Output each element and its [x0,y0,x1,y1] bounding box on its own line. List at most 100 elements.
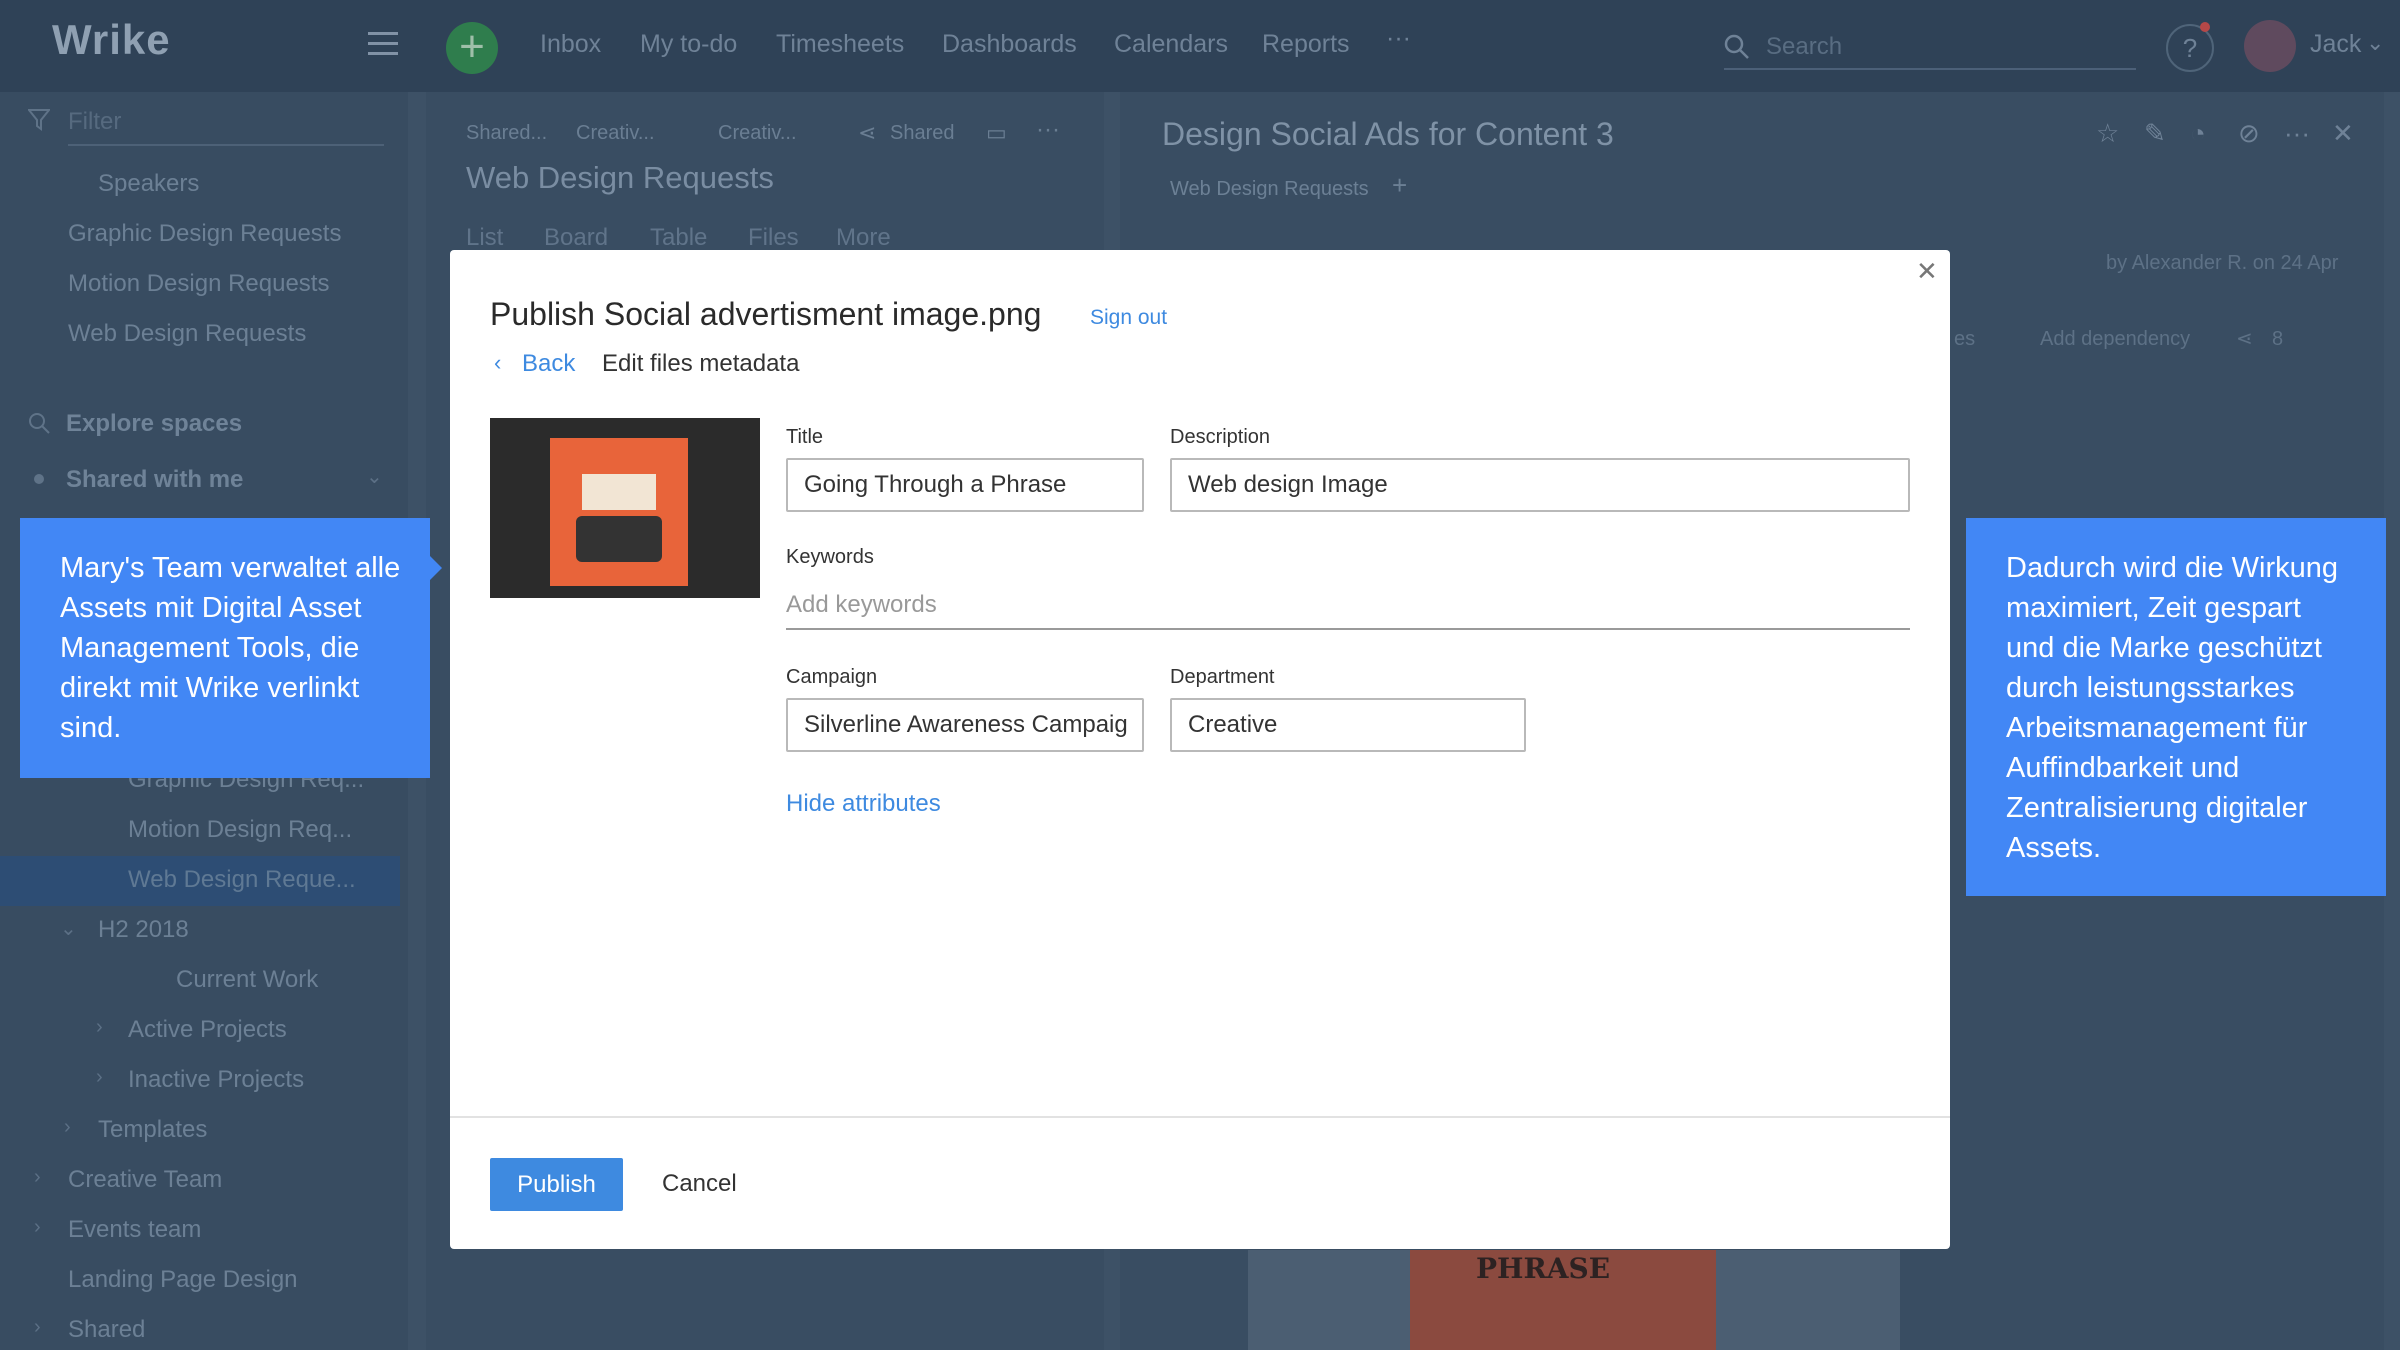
nav-timesheets[interactable]: Timesheets [776,30,904,59]
description-field[interactable]: Web design Image [1170,458,1910,512]
department-label: Department [1170,666,1275,688]
title-label: Title [786,426,824,448]
sidebar-item-inactive-projects[interactable]: Inactive Projects [128,1066,304,1094]
star-icon[interactable]: ☆ [2096,118,2119,149]
breadcrumb-shared[interactable]: Shared... [466,122,547,145]
sidebar-item-creative-team[interactable]: Creative Team [68,1166,222,1194]
add-button[interactable]: + [446,22,498,74]
rss-icon[interactable]: ◔ [2190,118,2206,149]
nav-inbox[interactable]: Inbox [540,30,601,59]
file-thumbnail [490,418,760,598]
chevron-down-icon[interactable]: ⌄ [60,916,77,941]
title-field[interactable]: Going Through a Phrase [786,458,1144,512]
tab-files[interactable]: Files [748,224,799,252]
search-input[interactable] [1724,26,2136,70]
sidebar-item-landing-page[interactable]: Landing Page Design [68,1266,298,1294]
task-title[interactable]: Design Social Ads for Content 3 [1162,116,1614,153]
back-link[interactable]: Back [522,350,575,378]
sidebar-shared-with-me[interactable]: Shared with me [66,466,243,494]
edit-metadata-heading: Edit files metadata [602,350,800,377]
hide-attributes-link[interactable]: Hide attributes [786,790,941,818]
nav-reports[interactable]: Reports [1262,30,1350,59]
keywords-label: Keywords [786,546,874,568]
sidebar-item-h2-2018[interactable]: H2 2018 [98,916,189,944]
chevron-right-icon[interactable]: › [96,1016,103,1039]
nav-dashboards[interactable]: Dashboards [942,30,1077,59]
sidebar-item-shared[interactable]: Shared [68,1316,145,1344]
nav-calendars[interactable]: Calendars [1114,30,1228,59]
share-icon[interactable]: ⋖ [2236,326,2253,351]
typewriter-icon [576,516,662,562]
tab-list[interactable]: List [466,224,503,252]
filter-icon [28,109,50,131]
department-field[interactable]: Creative [1170,698,1526,752]
chevron-right-icon[interactable]: › [34,1316,41,1339]
breadcrumb-creative-1[interactable]: Creativ... [576,122,655,145]
sidebar-item-motion-design-req[interactable]: Motion Design Req... [128,816,352,844]
breadcrumb-creative-2[interactable]: Creativ... [718,122,797,145]
sidebar-item-web-design[interactable]: Web Design Requests [68,320,306,348]
cancel-button[interactable]: Cancel [662,1170,737,1198]
callout-left: Mary's Team verwaltet alle Assets mit Di… [20,518,430,778]
sign-out-link[interactable]: Sign out [1090,306,1167,330]
add-folder-icon[interactable]: + [1392,170,1407,201]
callout-right: Dadurch wird die Wirkung maximiert, Zeit… [1966,518,2386,896]
close-icon[interactable]: ✕ [2332,118,2354,149]
thumbnail-paper [582,474,656,510]
thumbnail-artwork [550,438,688,586]
filter-input[interactable] [68,100,384,146]
chevron-right-icon[interactable]: › [64,1116,71,1139]
add-dependency-button[interactable]: Add dependency [2040,328,2190,351]
avatar[interactable] [2244,20,2296,72]
more-icon[interactable]: ··· [1036,116,1060,144]
close-icon[interactable]: ✕ [1916,256,1938,287]
folder-tag[interactable]: Web Design Requests [1170,178,1369,201]
sidebar-item-web-design-req[interactable]: Web Design Reque... [128,866,356,894]
tab-board[interactable]: Board [544,224,608,252]
description-label: Description [1170,426,1271,448]
folder-title: Web Design Requests [466,160,774,195]
publish-button[interactable]: Publish [490,1158,623,1211]
explore-icon [29,413,50,434]
chevron-left-icon[interactable]: ‹ [494,350,501,376]
author-line: by Alexander R. on 24 Apr [2106,252,2339,274]
tab-table[interactable]: Table [650,224,707,252]
sidebar-item-events-team[interactable]: Events team [68,1216,201,1244]
callout-left-pointer [430,556,442,580]
chevron-right-icon[interactable]: › [34,1216,41,1239]
campaign-field[interactable]: Silverline Awareness Campaig [786,698,1144,752]
tab-more[interactable]: More [836,224,891,252]
campaign-label: Campaign [786,666,878,688]
notification-dot [2200,22,2210,32]
partial-label: es [1954,328,1976,350]
chevron-right-icon[interactable]: › [96,1066,103,1089]
search-icon [1724,34,1749,59]
shared-label[interactable]: Shared [890,122,955,145]
wrike-logo[interactable]: Wrike [52,16,171,64]
attachment-image-text: PHRASE [1476,1252,1611,1285]
sidebar-item-active-projects[interactable]: Active Projects [128,1016,287,1044]
more-icon[interactable]: ··· [1386,24,1411,53]
user-name[interactable]: Jack [2310,30,2361,59]
sidebar-item-graphic-design[interactable]: Graphic Design Requests [68,220,341,248]
sidebar-item-current-work[interactable]: Current Work [176,966,318,994]
link-icon[interactable]: ⊘ [2238,118,2260,149]
folder-icon[interactable]: ▭ [986,120,1007,146]
nav-my-todo[interactable]: My to-do [640,30,737,59]
chevron-down-icon[interactable]: ⌄ [366,464,383,489]
menu-icon[interactable] [368,32,398,56]
modal-title: Publish Social advertisment image.png [490,296,1042,332]
sidebar-explore-spaces[interactable]: Explore spaces [66,410,242,438]
more-icon[interactable]: ··· [2284,118,2310,149]
chevron-right-icon[interactable]: › [34,1166,41,1189]
share-icon[interactable]: ⋖ [858,120,876,146]
share-count: 8 [2272,328,2284,350]
pin-icon[interactable]: ✎ [2144,118,2166,149]
sidebar-item-templates[interactable]: Templates [98,1116,207,1144]
bullet-icon [34,474,44,484]
keywords-input[interactable] [786,582,1910,630]
chevron-down-icon[interactable]: ⌄ [2366,30,2384,56]
modal-divider [450,1116,1950,1118]
sidebar-item-speakers[interactable]: Speakers [98,170,199,198]
sidebar-item-motion-design[interactable]: Motion Design Requests [68,270,329,298]
